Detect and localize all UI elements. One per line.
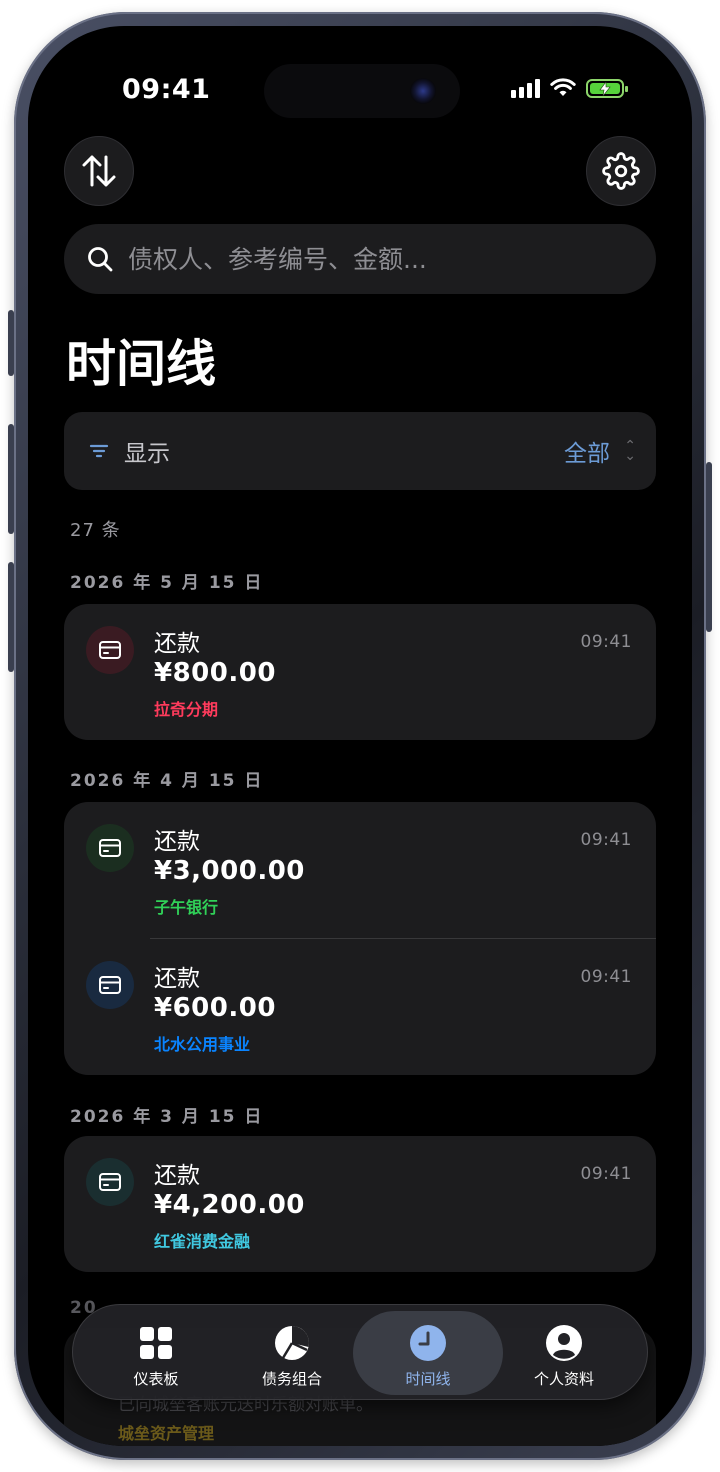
wifi-icon: [550, 78, 576, 96]
page-title: 时间线: [66, 335, 216, 393]
status-time: 09:41: [122, 74, 211, 105]
screen: 09:41 时间线: [28, 26, 692, 1446]
battery-charging-icon: [586, 78, 628, 98]
peek-creditor: 城垒资产管理: [118, 1424, 215, 1443]
timeline-entry[interactable]: 还款 09:41 ¥4,200.00 红雀消费金融: [64, 1136, 656, 1272]
entry-creditor: 北水公用事业: [154, 1035, 251, 1054]
card-icon: [86, 824, 134, 872]
sort-arrows-icon: [82, 155, 116, 187]
entry-amount: ¥800.00: [154, 658, 276, 688]
timeline-entry[interactable]: 还款 09:41 ¥800.00 拉奇分期: [64, 604, 656, 740]
date-header: 2026 年 4 月 15 日: [70, 771, 264, 791]
tab-label: 时间线: [405, 1370, 451, 1388]
card-icon: [86, 1158, 134, 1206]
entry-creditor: 拉奇分期: [154, 700, 219, 719]
entry-type: 还款: [154, 966, 200, 992]
card-icon: [86, 626, 134, 674]
entry-count: 27 条: [70, 520, 121, 541]
timeline-card: 还款 09:41 ¥3,000.00 子午银行 还款 09:41 ¥600.00 北水公用事…: [64, 802, 656, 1075]
timeline-card: 还款 09:41 ¥4,200.00 红雀消费金融: [64, 1136, 656, 1272]
power-button: [706, 462, 712, 632]
entry-time: 09:41: [580, 830, 632, 850]
entry-amount: ¥4,200.00: [154, 1190, 305, 1220]
settings-button[interactable]: [586, 136, 656, 206]
status-icons: [511, 78, 628, 98]
search-bar[interactable]: [64, 224, 656, 294]
tab-dashboard[interactable]: 仪表板: [81, 1311, 231, 1395]
volume-down-button: [8, 562, 14, 672]
date-header: 2026 年 5 月 15 日: [70, 573, 264, 593]
clock-icon: [408, 1323, 448, 1363]
display-filter[interactable]: 显示 全部 ⌃ ⌄: [64, 412, 656, 490]
filter-value[interactable]: 全部: [564, 434, 610, 468]
search-icon: [88, 247, 113, 272]
timeline-entry[interactable]: 还款 09:41 ¥3,000.00 子午银行: [64, 802, 656, 938]
entry-type: 还款: [154, 829, 200, 855]
chevron-up-down-icon: ⌃ ⌄: [624, 438, 636, 464]
timeline-card: 还款 09:41 ¥800.00 拉奇分期: [64, 604, 656, 740]
entry-time: 09:41: [580, 1164, 632, 1184]
entry-amount: ¥600.00: [154, 993, 276, 1023]
gear-icon: [602, 152, 640, 190]
entry-amount: ¥3,000.00: [154, 856, 305, 886]
timeline-entry[interactable]: 还款 09:41 ¥600.00 北水公用事业: [64, 939, 656, 1075]
tab-label: 仪表板: [133, 1370, 179, 1388]
action-button: [8, 310, 14, 376]
search-input[interactable]: [126, 243, 610, 275]
entry-time: 09:41: [580, 967, 632, 987]
entry-creditor: 子午银行: [154, 898, 219, 917]
grid-icon: [136, 1323, 176, 1363]
date-header: 2026 年 3 月 15 日: [70, 1107, 264, 1127]
tab-label: 个人资料: [533, 1370, 594, 1388]
entry-time: 09:41: [580, 632, 632, 652]
sort-button[interactable]: [64, 136, 134, 206]
card-icon: [86, 961, 134, 1009]
filter-label: 显示: [124, 441, 170, 467]
pie-chart-icon: [272, 1323, 312, 1363]
filter-icon: [89, 444, 109, 458]
tab-label: 债务组合: [261, 1370, 322, 1388]
entry-type: 还款: [154, 631, 200, 657]
person-icon: [544, 1323, 584, 1363]
tab-bar: 仪表板 债务组合 时间线 个人资料: [72, 1304, 648, 1400]
cellular-signal-icon: [511, 78, 540, 98]
camera-icon: [410, 78, 436, 104]
entry-type: 还款: [154, 1163, 200, 1189]
tab-timeline[interactable]: 时间线: [353, 1311, 503, 1395]
volume-up-button: [8, 424, 14, 534]
entry-creditor: 红雀消费金融: [154, 1232, 251, 1251]
tab-profile[interactable]: 个人资料: [489, 1311, 639, 1395]
tab-portfolio[interactable]: 债务组合: [217, 1311, 367, 1395]
